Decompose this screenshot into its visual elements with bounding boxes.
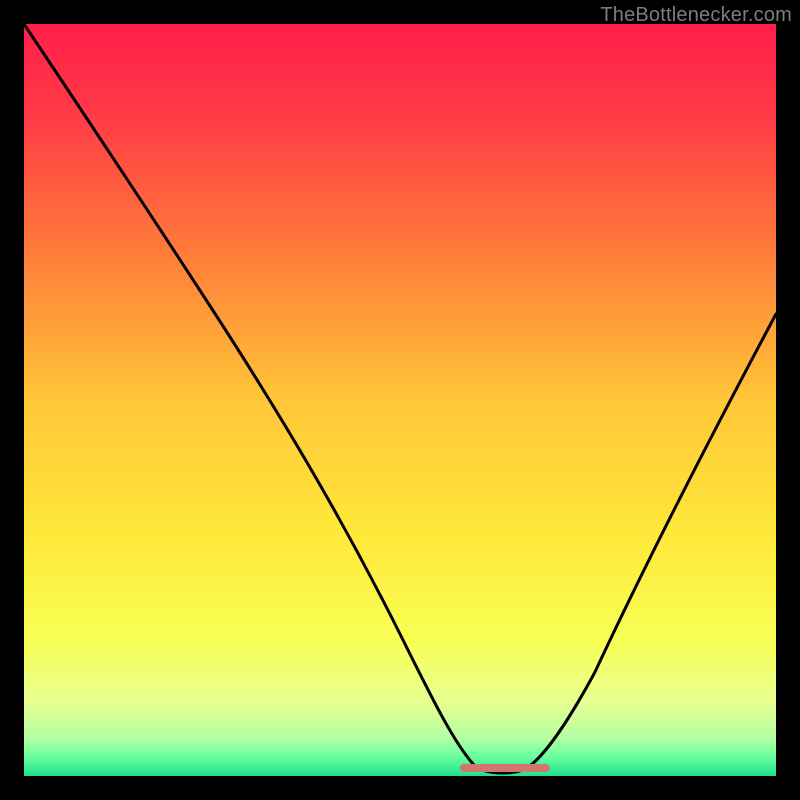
watermark-text: TheBottlenecker.com [600, 4, 792, 27]
bottleneck-curve [24, 24, 776, 776]
optimal-range-bar [460, 764, 550, 772]
chart-frame: TheBottlenecker.com [0, 0, 800, 800]
plot-area [24, 24, 776, 776]
